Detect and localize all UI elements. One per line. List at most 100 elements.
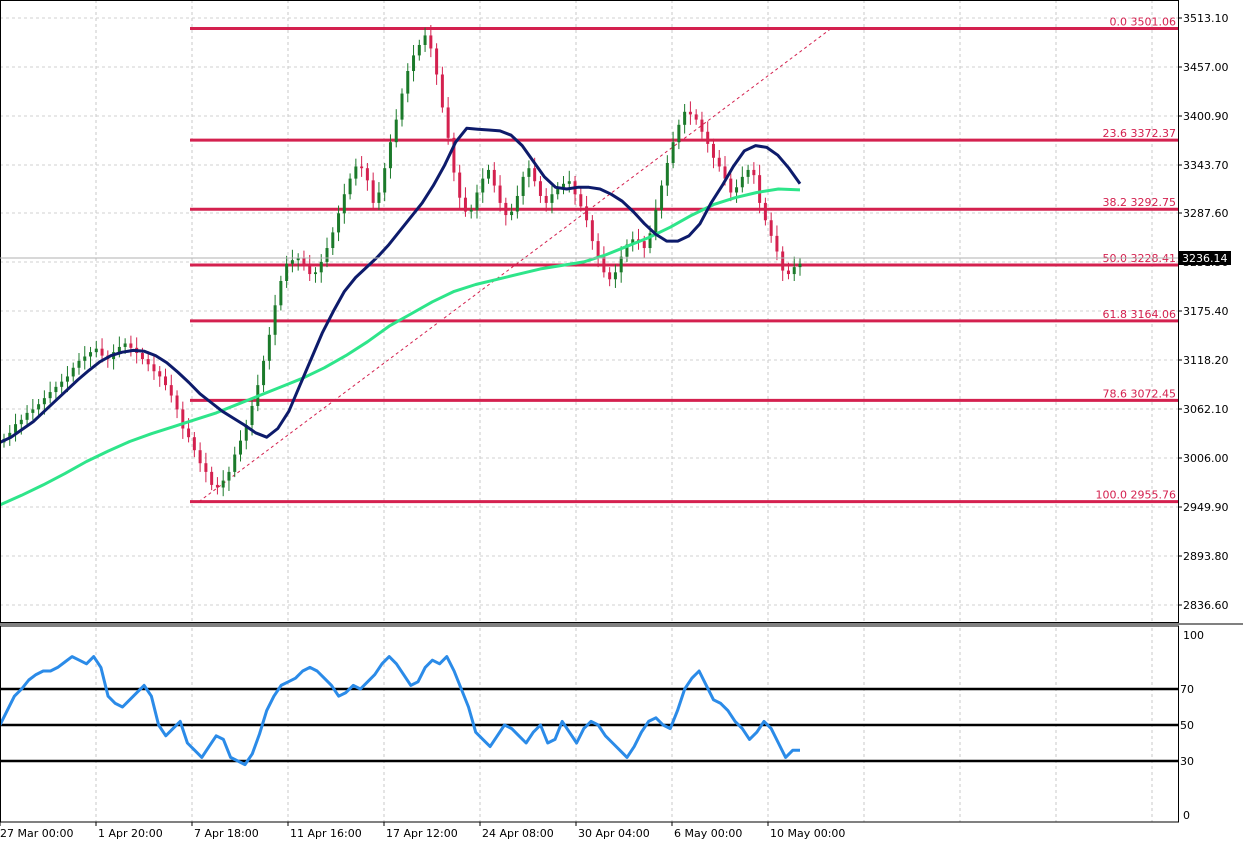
fibonacci-level-label: 61.8 3164.06 xyxy=(1103,308,1176,321)
candle-body xyxy=(342,194,346,214)
candle-body xyxy=(164,376,168,386)
candle-body xyxy=(677,124,681,143)
candle-body xyxy=(25,412,29,420)
candle-body xyxy=(198,450,202,464)
candle-body xyxy=(377,192,381,203)
time-axis-label: 30 Apr 04:00 xyxy=(578,827,650,840)
current-price-label: 3236.14 xyxy=(1182,252,1228,265)
price-axis-label: 3400.90 xyxy=(1183,110,1229,123)
candle-body xyxy=(175,395,179,410)
candle-body xyxy=(308,265,312,275)
candle-body xyxy=(619,256,623,273)
candle-body xyxy=(763,202,767,221)
candle-body xyxy=(238,440,242,455)
oscillator-level-label: 70 xyxy=(1180,683,1194,696)
candle-body xyxy=(792,267,796,275)
candle-body xyxy=(354,166,358,179)
candle-body xyxy=(65,376,69,382)
candle-body xyxy=(585,206,589,221)
candle-body xyxy=(192,437,196,451)
candle-body xyxy=(752,169,756,176)
candle-body xyxy=(233,454,237,472)
candle-body xyxy=(533,168,537,182)
candle-body xyxy=(360,166,364,169)
candle-body xyxy=(348,178,352,195)
fibonacci-level-label: 23.6 3372.37 xyxy=(1103,127,1176,140)
candle-body xyxy=(602,256,606,273)
candle-body xyxy=(562,183,566,188)
candle-body xyxy=(590,220,594,242)
time-axis-label: 17 Apr 12:00 xyxy=(386,827,458,840)
candle-body xyxy=(37,404,41,410)
fibonacci-level-label: 0.0 3501.06 xyxy=(1110,15,1176,28)
candle-body xyxy=(302,258,306,266)
candle-body xyxy=(423,35,427,45)
candle-body xyxy=(683,111,687,125)
candle-body xyxy=(567,181,571,184)
candle-body xyxy=(735,187,739,193)
candle-body xyxy=(515,195,519,212)
candle-body xyxy=(383,168,387,193)
candle-body xyxy=(469,209,473,212)
candle-body xyxy=(210,471,214,485)
candle-body xyxy=(596,241,600,257)
price-axis-label: 2893.80 xyxy=(1183,550,1229,563)
candle-body xyxy=(475,192,479,210)
candle-body xyxy=(775,235,779,252)
candle-body xyxy=(642,241,646,249)
candle-body xyxy=(365,168,369,181)
candle-body xyxy=(504,202,508,216)
time-axis-label: 1 Apr 20:00 xyxy=(98,827,163,840)
candle-body xyxy=(458,172,462,198)
candle-body xyxy=(400,93,404,120)
candle-body xyxy=(406,71,410,94)
time-axis-label: 10 May 00:00 xyxy=(770,827,845,840)
candle-body xyxy=(758,175,762,203)
candle-body xyxy=(694,114,698,120)
candle-body xyxy=(394,119,398,143)
candle-body xyxy=(429,35,433,49)
candle-body xyxy=(187,428,191,438)
time-axis-label: 7 Apr 18:00 xyxy=(194,827,259,840)
price-axis-label: 3287.60 xyxy=(1183,207,1229,220)
candle-body xyxy=(31,409,35,413)
chart-svg: 0.0 3501.06 23.6 3372.37 38.2 3292.75 50.0 … xyxy=(0,0,1243,848)
candle-body xyxy=(440,74,444,108)
candle-body xyxy=(48,392,52,399)
candle-body xyxy=(71,367,75,377)
candle-body xyxy=(83,356,87,361)
price-axis-label: 3457.00 xyxy=(1183,61,1229,74)
candle-body xyxy=(717,157,721,167)
candle-body xyxy=(613,272,617,280)
candle-body xyxy=(325,248,329,262)
candle-body xyxy=(250,405,254,426)
candle-body xyxy=(285,263,289,282)
price-axis-label: 3513.10 xyxy=(1183,12,1229,25)
price-axis-label: 2836.60 xyxy=(1183,599,1229,612)
candle-body xyxy=(544,195,548,203)
candle-body xyxy=(279,281,283,306)
candle-body xyxy=(538,181,542,196)
price-axis-label: 3175.40 xyxy=(1183,305,1229,318)
candle-body xyxy=(417,44,421,56)
candle-body xyxy=(527,168,531,177)
candle-body xyxy=(158,371,162,377)
candle-body xyxy=(169,385,173,396)
fibonacci-level-label: 50.0 3228.41 xyxy=(1103,252,1176,265)
candle-body xyxy=(798,263,802,268)
candle-body xyxy=(746,169,750,177)
candle-body xyxy=(181,409,185,429)
candle-body xyxy=(665,162,669,186)
candle-body xyxy=(140,353,144,360)
candle-body xyxy=(671,142,675,163)
price-axis-label: 3118.20 xyxy=(1183,354,1229,367)
candle-body xyxy=(215,484,219,488)
candle-body xyxy=(550,194,554,203)
time-axis-label: 11 Apr 16:00 xyxy=(290,827,362,840)
candle-body xyxy=(608,272,612,280)
candle-body xyxy=(781,251,785,271)
candle-body xyxy=(711,143,715,158)
candle-body xyxy=(579,194,583,207)
candle-body xyxy=(729,178,733,193)
candle-body xyxy=(492,169,496,186)
